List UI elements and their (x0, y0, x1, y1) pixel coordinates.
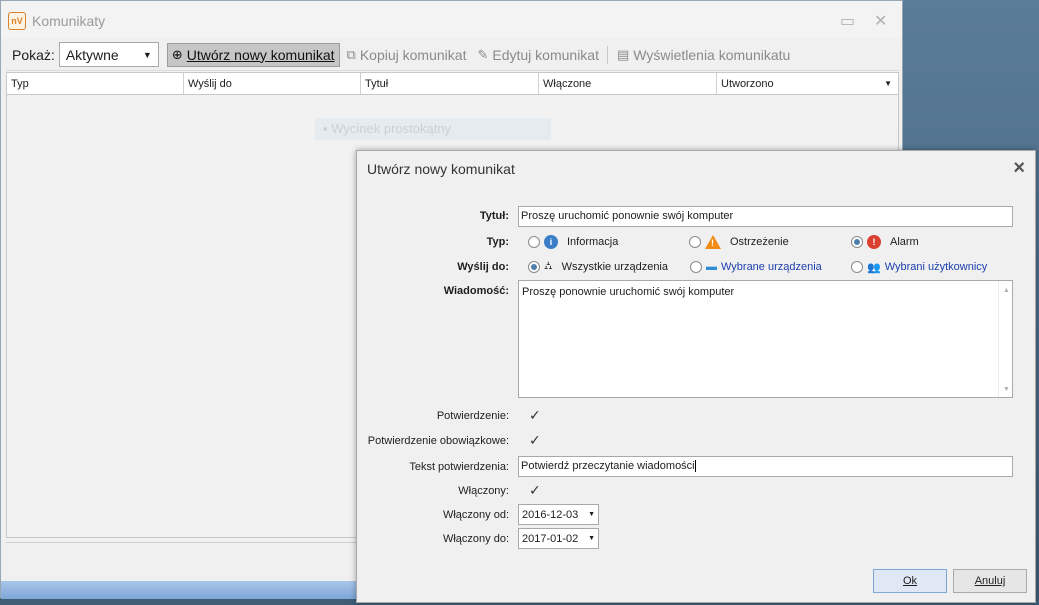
enabled-to-value: 2017-01-02 (522, 532, 579, 545)
send-all-devices-label: Wszystkie urządzenia (561, 261, 668, 273)
message-views-label: Wyświetlenia komunikatu (633, 46, 791, 63)
title-input[interactable]: Proszę uruchomić ponownie swój komputer (518, 206, 1013, 227)
close-icon[interactable]: ✕ (874, 11, 887, 31)
message-scrollbar[interactable]: ▲ ▼ (998, 281, 1012, 397)
enabled-to-date[interactable]: 2017-01-02 ▼ (518, 528, 599, 549)
scroll-down-icon[interactable]: ▼ (1003, 386, 1010, 393)
copy-message-label: Kopiuj komunikat (359, 46, 467, 63)
type-information-label: Informacja (567, 236, 619, 248)
type-warning-radio[interactable] (689, 236, 701, 248)
confirmation-text-label: Tekst potwierdzenia: (409, 461, 509, 473)
type-label: Typ: (486, 236, 509, 248)
screen-snip-hint: ▪ Wycinek prostokątny (315, 118, 551, 140)
enabled-checkbox[interactable]: ✓ (528, 483, 542, 497)
confirmation-required-label: Potwierdzenie obowiązkowe: (367, 435, 509, 447)
toolbar-divider (606, 45, 608, 64)
column-header-enabled[interactable]: Włączone (539, 73, 717, 94)
document-icon: ▤ (616, 46, 630, 62)
edit-message-button[interactable]: ✎ Edytuj komunikat (473, 43, 603, 67)
cancel-button-label: Anuluj (974, 575, 1006, 587)
copy-message-button[interactable]: ⧉ Kopiuj komunikat (343, 43, 471, 67)
send-selected-users-label[interactable]: Wybrani użytkownicy (885, 261, 988, 273)
ok-button[interactable]: Ok (873, 569, 947, 593)
alarm-icon: ! (867, 235, 881, 249)
enabled-label: Włączony: (458, 485, 509, 497)
create-message-dialog: Utwórz nowy komunikat × Tytuł: Proszę ur… (356, 150, 1036, 603)
app-logo-icon: nV (8, 12, 26, 30)
enabled-from-value: 2016-12-03 (522, 508, 579, 521)
text-cursor (694, 460, 696, 473)
type-alarm-label: Alarm (890, 236, 919, 248)
message-text: Proszę ponownie uruchomić swój komputer (522, 286, 735, 298)
scroll-up-icon[interactable]: ▲ (1003, 287, 1010, 294)
chevron-down-icon[interactable]: ▼ (588, 535, 595, 542)
message-label: Wiadomość: (443, 285, 509, 297)
create-message-label: Utwórz nowy komunikat (186, 46, 335, 63)
edit-icon: ✎ (477, 46, 489, 62)
show-filter-select[interactable]: Aktywne ▼ (58, 42, 159, 67)
grid-header: Typ Wyślij do Tytuł Włączone Utworzono ▼ (7, 73, 898, 95)
confirmation-checkbox[interactable]: ✓ (528, 408, 542, 422)
confirmation-text-value: Potwierdź przeczytanie wiadomości (521, 460, 695, 472)
column-header-created[interactable]: Utworzono ▼ (717, 73, 898, 94)
type-option-warning[interactable]: ! Ostrzeżenie (689, 234, 789, 250)
enabled-from-label: Włączony od: (442, 509, 509, 521)
send-selected-devices-label[interactable]: Wybrane urządzenia (721, 261, 822, 273)
message-textarea[interactable]: Proszę ponownie uruchomić swój komputer … (518, 280, 1013, 398)
type-option-alarm[interactable]: ! Alarm (851, 234, 919, 250)
show-label: Pokaż: (12, 46, 55, 63)
confirmation-text-input[interactable]: Potwierdź przeczytanie wiadomości (518, 456, 1013, 477)
maximize-icon[interactable]: ▭ (840, 11, 855, 31)
message-views-button[interactable]: ▤ Wyświetlenia komunikatu (613, 43, 794, 67)
type-option-information[interactable]: i Informacja (528, 234, 618, 250)
type-alarm-radio[interactable] (851, 236, 863, 248)
window-titlebar: nV Komunikaty ▭ ✕ (1, 1, 902, 38)
devices-icon: ▬ (706, 261, 717, 273)
ok-button-label: Ok (902, 575, 918, 587)
confirmation-required-checkbox[interactable]: ✓ (528, 433, 542, 447)
create-message-button[interactable]: ⊕ Utwórz nowy komunikat (166, 42, 340, 67)
title-label: Tytuł: (479, 210, 509, 222)
send-option-selected-devices[interactable]: ▬ Wybrane urządzenia (690, 259, 822, 275)
chevron-down-icon: ▼ (142, 49, 152, 60)
dialog-close-icon[interactable]: × (1013, 157, 1025, 180)
send-selected-users-radio[interactable] (851, 261, 863, 273)
column-header-type[interactable]: Typ (7, 73, 184, 94)
plus-circle-icon: ⊕ (171, 46, 183, 62)
window-title: Komunikaty (32, 13, 106, 29)
info-icon: i (544, 235, 558, 249)
column-header-send-to[interactable]: Wyślij do (184, 73, 361, 94)
send-option-all-devices[interactable]: ⛼ Wszystkie urządzenia (528, 259, 668, 275)
send-to-label: Wyślij do: (457, 261, 509, 273)
type-information-radio[interactable] (528, 236, 540, 248)
warning-icon: ! (705, 235, 721, 249)
type-warning-label: Ostrzeżenie (730, 236, 789, 248)
toolbar: Pokaż: Aktywne ▼ ⊕ Utwórz nowy komunikat… (6, 39, 899, 71)
network-tree-icon: ⛼ (544, 260, 553, 272)
cancel-button[interactable]: Anuluj (953, 569, 1027, 593)
chevron-down-icon[interactable]: ▼ (588, 511, 595, 518)
send-option-selected-users[interactable]: 👥 Wybrani użytkownicy (851, 259, 987, 275)
send-all-devices-radio[interactable] (528, 261, 540, 273)
sort-down-icon: ▼ (884, 79, 892, 88)
screen-snip-hint-text: Wycinek prostokątny (331, 121, 452, 136)
show-filter-value: Aktywne (65, 46, 119, 63)
dialog-title: Utwórz nowy komunikat (367, 161, 515, 177)
edit-message-label: Edytuj komunikat (492, 46, 599, 63)
confirmation-label: Potwierdzenie: (436, 410, 509, 422)
column-header-created-label: Utworzono (721, 78, 774, 90)
column-header-title[interactable]: Tytuł (361, 73, 539, 94)
copy-icon: ⧉ (346, 46, 356, 62)
send-selected-devices-radio[interactable] (690, 261, 702, 273)
enabled-to-label: Włączony do: (442, 533, 509, 545)
enabled-from-date[interactable]: 2016-12-03 ▼ (518, 504, 599, 525)
snip-icon: ▪ (323, 121, 328, 136)
users-icon: 👥 (867, 261, 881, 274)
